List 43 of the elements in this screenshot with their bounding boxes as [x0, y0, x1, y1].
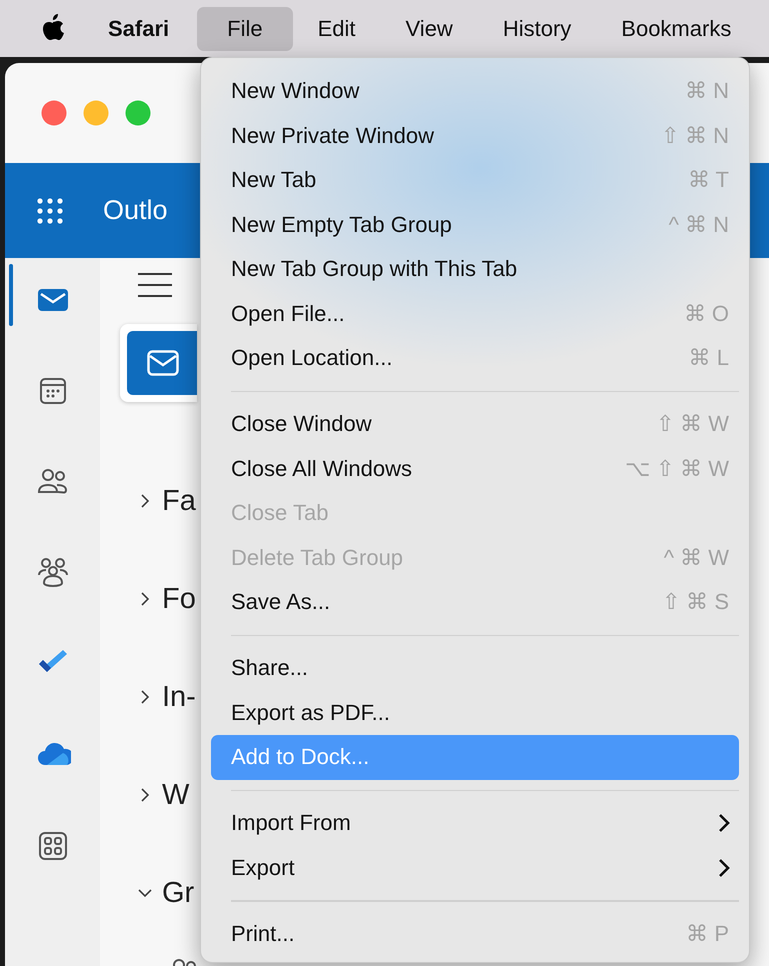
folder-label[interactable]: Fo [162, 582, 196, 616]
menu-item[interactable]: Share... [211, 646, 739, 690]
folder-label[interactable]: Gr [162, 876, 194, 910]
shortcut-label: ⇧ ⌘ N [660, 122, 729, 149]
shortcut-label: ⌘ T [688, 167, 729, 194]
shortcut-label: ⌘ L [688, 345, 729, 372]
menu-bar-item[interactable]: File [197, 6, 293, 50]
menu-item[interactable]: Save As... ⇧ ⌘ S [211, 580, 739, 624]
menu-item[interactable]: New Tab Group with This Tab [211, 247, 739, 292]
menu-icon[interactable] [138, 272, 172, 298]
menu-bar-item[interactable]: Bookmarks [596, 6, 756, 50]
envelope-icon [147, 350, 179, 376]
menu-bar-item[interactable]: Edit [292, 6, 381, 50]
shortcut-label: ^ ⌘ W [664, 544, 729, 571]
menu-item[interactable]: Open File... ⌘ O [211, 292, 739, 336]
folder-label[interactable]: Fa [162, 484, 196, 518]
menu-item[interactable]: Print... ⌘ P [211, 912, 739, 956]
shortcut-label: ⌘ N [685, 78, 729, 104]
menu-item[interactable]: Close Window ⇧ ⌘ W [211, 402, 739, 446]
folder-label[interactable]: W [162, 778, 190, 812]
shortcut-label: ⇧ ⌘ S [662, 589, 729, 616]
menu-item[interactable]: New Private Window ⇧ ⌘ N [211, 114, 739, 158]
menu-item[interactable]: New Empty Tab Group ^ ⌘ N [211, 202, 739, 247]
shortcut-label: ⌘ O [684, 300, 729, 327]
menu-item[interactable]: Export [211, 846, 739, 890]
app-menu[interactable]: Safari [96, 6, 182, 50]
shortcut-label: ⇧ ⌘ W [656, 411, 729, 438]
close-button[interactable] [41, 100, 67, 126]
app-launcher-icon[interactable] [37, 198, 63, 224]
shortcut-label: ⌘ P [686, 920, 729, 947]
menu-item[interactable]: Import From [211, 801, 739, 846]
menu-item[interactable]: Open Location... ⌘ L [211, 336, 739, 380]
menu-bar-item[interactable]: History [478, 6, 596, 50]
menu-item[interactable]: Export as PDF... [211, 690, 739, 735]
menu-item[interactable]: New Tab ⌘ T [211, 158, 739, 202]
shortcut-label: ⌥ ⇧ ⌘ W [624, 456, 729, 482]
menu-item[interactable]: Close All Windows ⌥ ⇧ ⌘ W [211, 446, 739, 491]
new-mail-button[interactable] [127, 331, 197, 395]
menu-bar-item[interactable]: View [380, 6, 478, 50]
app-title: Outlo [103, 195, 168, 226]
menu-item[interactable]: New Window ⌘ N [211, 69, 739, 114]
shortcut-label: ^ ⌘ N [668, 212, 729, 238]
folder-label[interactable]: In- [162, 680, 196, 714]
